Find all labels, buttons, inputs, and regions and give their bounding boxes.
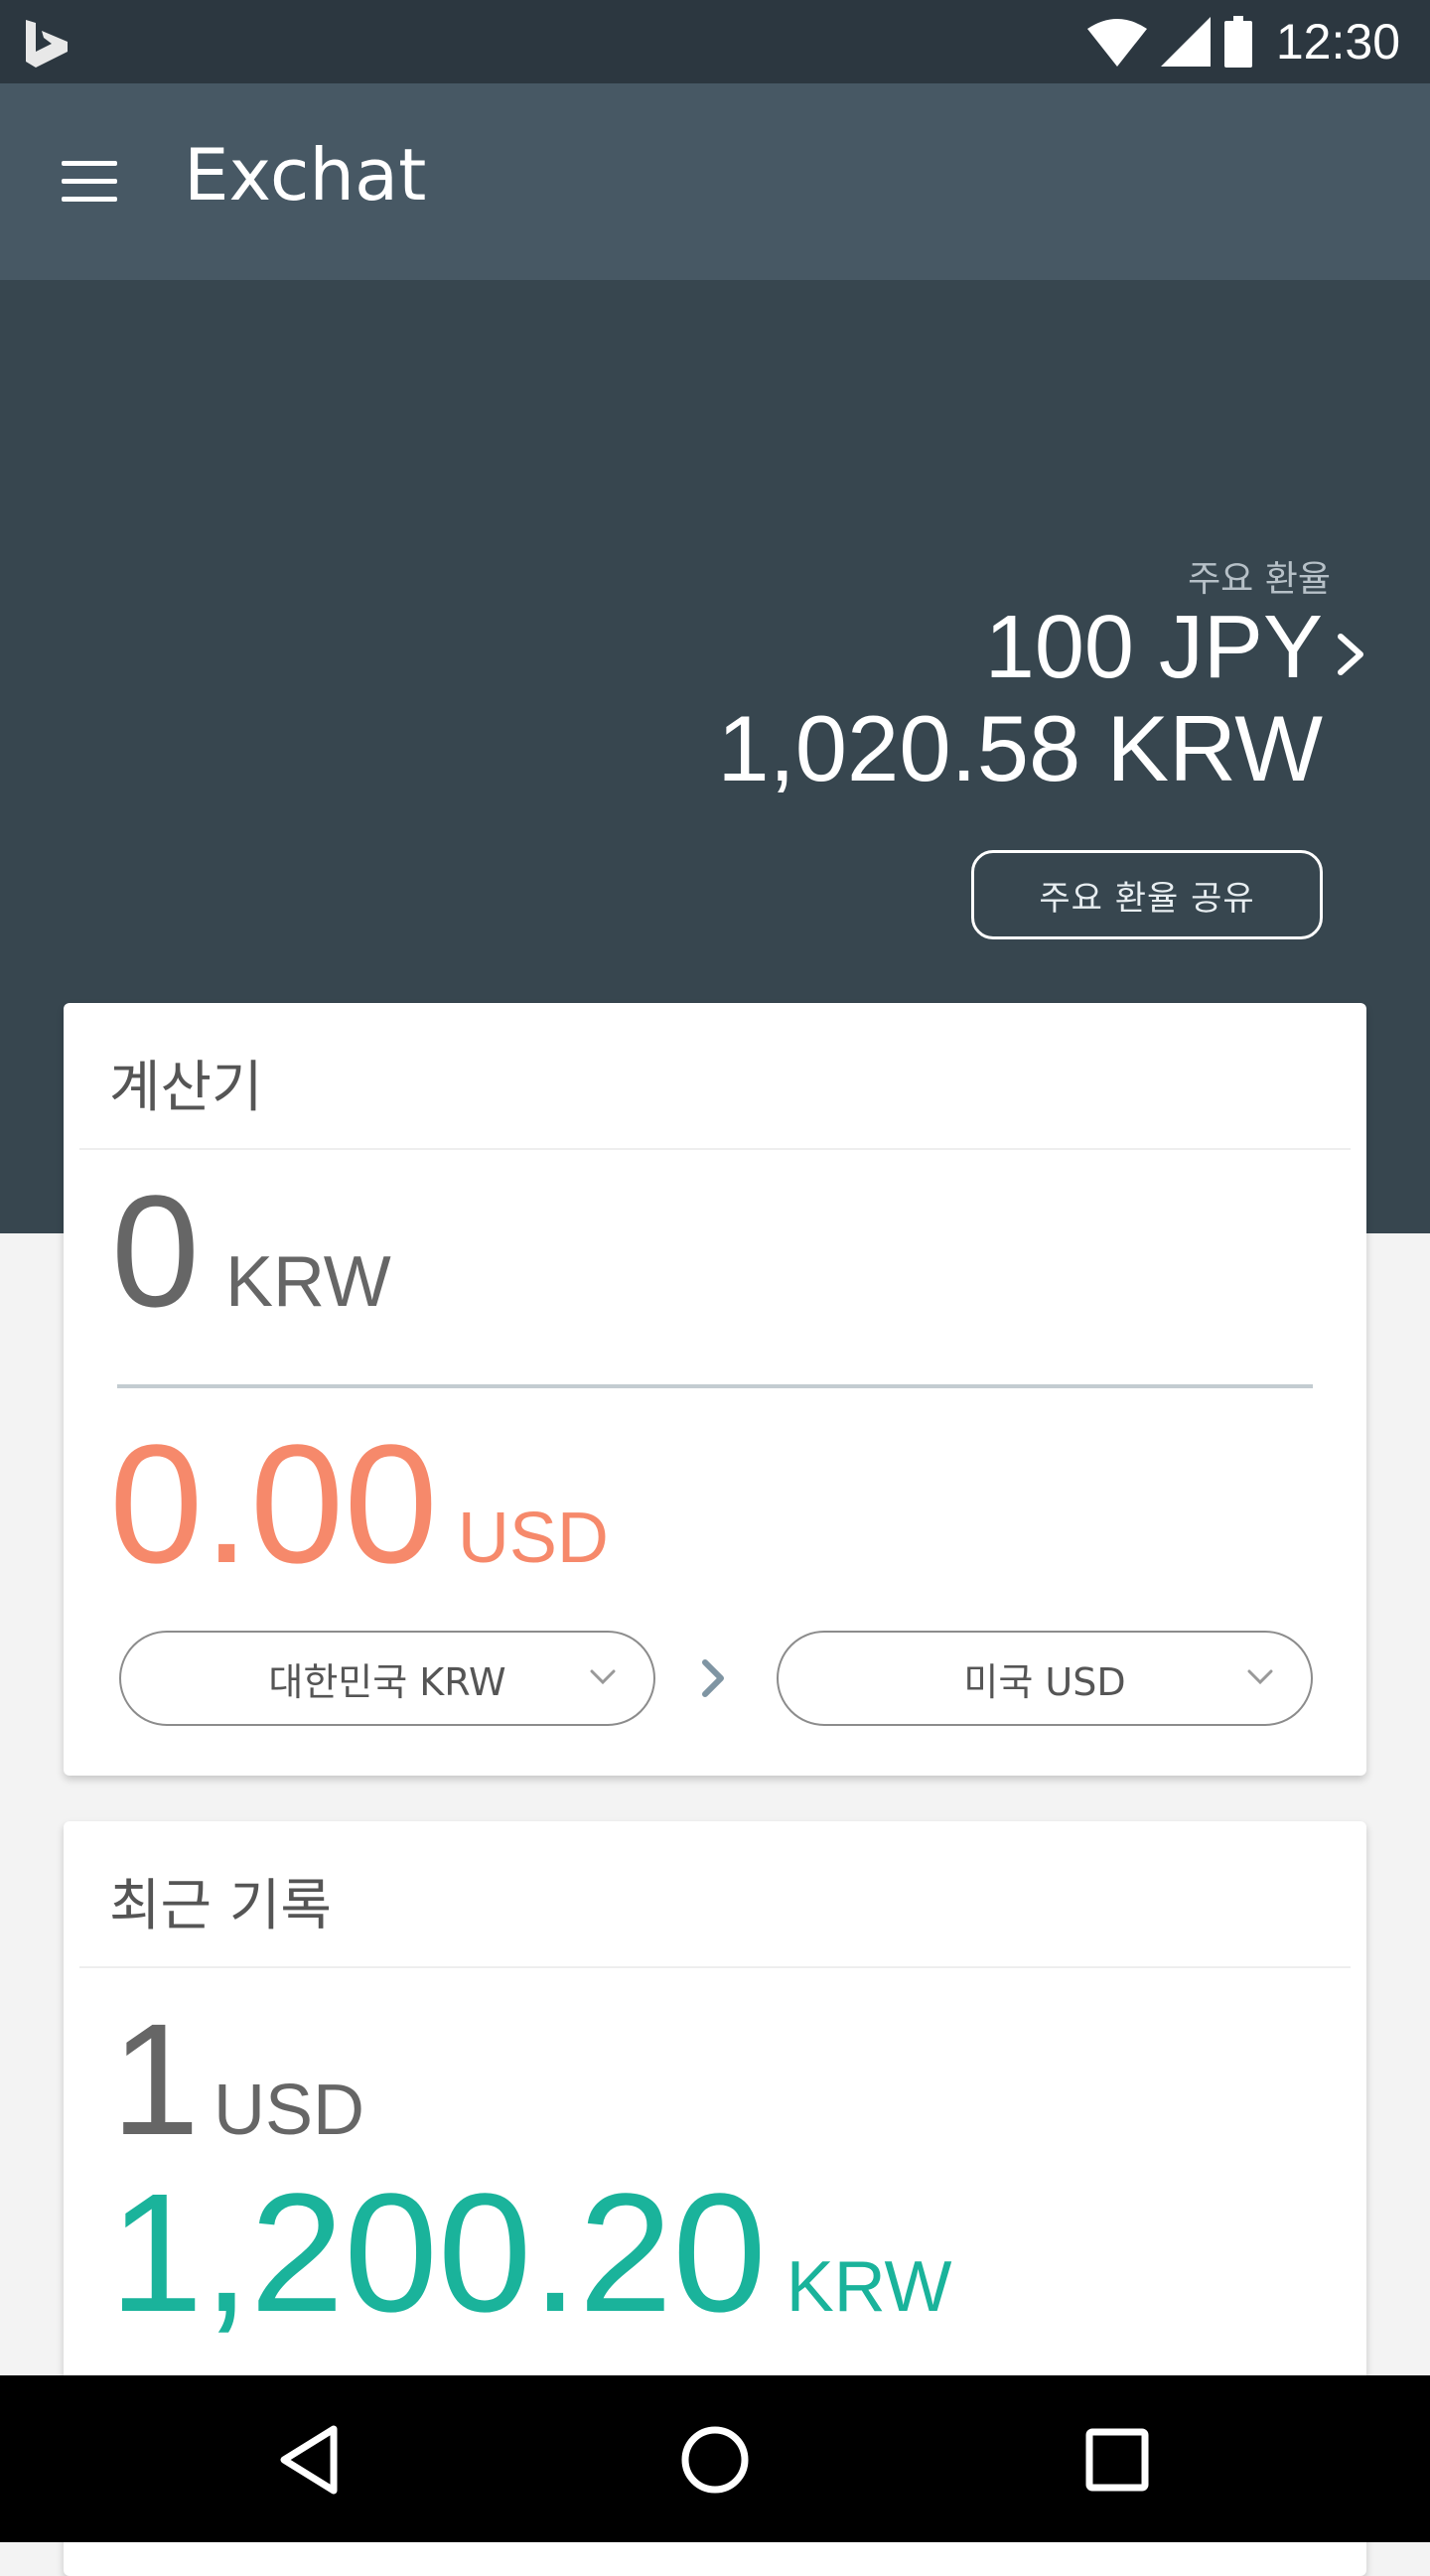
- history-from-unit: USD: [213, 2071, 364, 2150]
- recent-history-title: 최근 기록: [109, 1874, 332, 1938]
- output-value: 0.00: [109, 1410, 438, 1599]
- from-currency-select[interactable]: 대한민국 KRW: [119, 1631, 655, 1726]
- history-from-value: 1: [111, 1990, 200, 2168]
- chevron-right-icon[interactable]: [1331, 633, 1370, 676]
- bing-logo-icon: [26, 20, 68, 68]
- input-underline: [117, 1384, 1313, 1388]
- recents-icon[interactable]: [1072, 2415, 1162, 2504]
- system-navigation-bar: [0, 2375, 1430, 2542]
- output-unit: USD: [457, 1499, 609, 1578]
- chevron-down-icon: [1247, 1669, 1273, 1685]
- back-icon[interactable]: [268, 2415, 358, 2504]
- from-currency-label: 대한민국 KRW: [268, 1659, 506, 1704]
- history-item-to[interactable]: 1,200.20 KRW: [109, 2169, 951, 2338]
- history-to-unit: KRW: [786, 2247, 952, 2327]
- share-rate-button[interactable]: 주요 환율 공유: [971, 850, 1323, 939]
- app-title: Exchat: [184, 133, 427, 216]
- hamburger-menu-icon[interactable]: [62, 161, 117, 203]
- to-currency-select[interactable]: 미국 USD: [777, 1631, 1313, 1726]
- history-item-from[interactable]: 1 USD: [111, 2000, 364, 2159]
- status-icons: 12:30: [1086, 0, 1400, 83]
- input-value[interactable]: 0: [111, 1172, 200, 1331]
- chevron-right-icon[interactable]: [699, 1656, 727, 1700]
- chevron-down-icon: [590, 1669, 616, 1685]
- wifi-icon: [1086, 19, 1147, 67]
- home-icon[interactable]: [670, 2415, 760, 2504]
- divider: [79, 1966, 1351, 1968]
- clock: 12:30: [1275, 14, 1400, 70]
- signal-icon: [1160, 17, 1211, 67]
- calculator-title: 계산기: [109, 1056, 263, 1120]
- featured-rate-label: 주요 환율: [1188, 559, 1331, 600]
- divider: [79, 1148, 1351, 1150]
- status-bar: 12:30: [0, 0, 1430, 83]
- calculator-card: 계산기 0 KRW 0.00 USD 대한민국 KRW 미국 USD: [64, 1003, 1366, 1776]
- featured-rate-from[interactable]: 100 JPY: [985, 603, 1323, 692]
- history-to-value: 1,200.20: [109, 2159, 767, 2348]
- featured-rate-to: 1,020.58 KRW: [717, 696, 1323, 800]
- battery-icon: [1223, 16, 1252, 68]
- amount-input[interactable]: 0 KRW: [111, 1172, 391, 1331]
- input-unit: KRW: [224, 1242, 391, 1322]
- converted-amount: 0.00 USD: [109, 1420, 609, 1589]
- app-bar: Exchat: [0, 83, 1430, 280]
- to-currency-label: 미국 USD: [963, 1659, 1126, 1704]
